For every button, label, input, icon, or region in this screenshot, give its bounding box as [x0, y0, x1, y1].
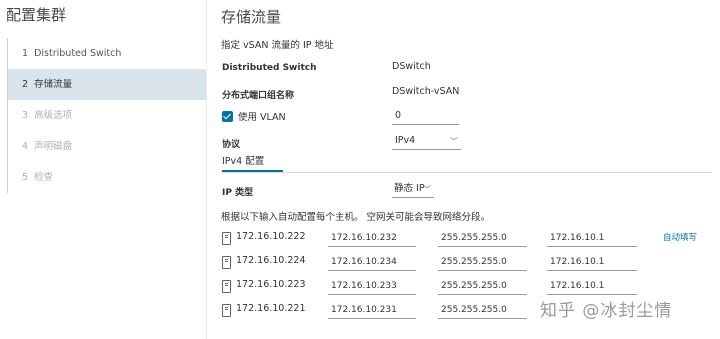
host-row: 172.16.10.222 172.16.10.232 255.255.255.…: [221, 230, 720, 250]
step-number: 5: [22, 172, 29, 183]
port-group-value: DSwitch-vSAN: [392, 86, 460, 97]
ip-type-select[interactable]: 静态 IP ﹀: [392, 181, 434, 198]
subnet-mask-input[interactable]: 255.255.255.0: [438, 278, 527, 295]
step-number: 3: [22, 110, 29, 121]
chevron-down-icon: ﹀: [423, 185, 431, 194]
step-number: 4: [22, 141, 29, 152]
watermark: 知乎 @冰封尘情: [540, 301, 673, 321]
subnet-mask-input[interactable]: 255.255.255.0: [438, 254, 527, 271]
subnet-mask-input[interactable]: 255.255.255.0: [438, 302, 527, 319]
autofill-link[interactable]: 自动填写: [663, 231, 697, 243]
gateway-input[interactable]: 172.16.10.1: [547, 278, 637, 295]
step-number: 1: [22, 48, 29, 59]
step-review: 5 检查: [8, 162, 206, 193]
gateway-input[interactable]: 172.16.10.1: [547, 254, 637, 271]
wizard-title: 配置集群: [6, 6, 67, 24]
host-icon: [222, 280, 231, 293]
step-label: 存储流量: [34, 79, 73, 90]
ip-address-input[interactable]: 172.16.10.234: [328, 254, 416, 271]
step-claim-disks: 4 声明磁盘: [8, 131, 206, 162]
gateway-input[interactable]: 172.16.10.1: [547, 230, 637, 247]
host-icon: [222, 232, 231, 245]
step-advanced-options: 3 高级选项: [8, 100, 206, 131]
ip-address-input[interactable]: 172.16.10.231: [328, 302, 416, 319]
distributed-switch-value: DSwitch: [392, 61, 431, 72]
wizard-sidebar: 配置集群 1 Distributed Switch 2 存储流量 3 高级选项 …: [0, 0, 206, 339]
chevron-down-icon: ﹀: [450, 137, 458, 146]
step-distributed-switch[interactable]: 1 Distributed Switch: [8, 38, 206, 69]
use-vlan-checkbox[interactable]: [222, 111, 233, 122]
step-storage-traffic[interactable]: 2 存储流量: [8, 69, 206, 100]
step-label: Distributed Switch: [34, 48, 122, 59]
tab-ipv4-config[interactable]: IPv4 配置: [222, 153, 283, 172]
host-name: 172.16.10.224: [236, 255, 306, 266]
subnet-mask-input[interactable]: 255.255.255.0: [438, 230, 527, 247]
ip-address-input[interactable]: 172.16.10.232: [328, 230, 416, 247]
ip-type-label: IP 类型: [222, 188, 254, 198]
use-vlan-label: 使用 VLAN: [238, 112, 286, 123]
page-title: 存储流量: [221, 8, 282, 26]
tab-underline: [221, 172, 712, 173]
protocol-select[interactable]: IPv4 ﹀: [392, 133, 461, 150]
host-name: 172.16.10.222: [236, 231, 306, 242]
protocol-label: 协议: [222, 140, 241, 150]
host-name: 172.16.10.221: [236, 303, 306, 314]
wizard-steps: 1 Distributed Switch 2 存储流量 3 高级选项 4 声明磁…: [7, 38, 206, 193]
step-label: 检查: [34, 172, 54, 183]
host-icon: [222, 256, 231, 269]
host-row: 172.16.10.224 172.16.10.234 255.255.255.…: [221, 254, 720, 274]
port-group-label: 分布式端口组名称: [222, 91, 295, 101]
protocol-value: IPv4: [395, 135, 416, 146]
vlan-id-input[interactable]: 0: [392, 108, 459, 125]
main-panel: 存储流量 指定 vSAN 流量的 IP 地址 Distributed Switc…: [221, 0, 720, 339]
step-number: 2: [22, 79, 29, 90]
ip-type-value: 静态 IP: [394, 183, 425, 194]
step-label: 声明磁盘: [34, 141, 73, 152]
ip-address-input[interactable]: 172.16.10.233: [328, 278, 416, 295]
step-label: 高级选项: [34, 110, 73, 121]
page-subtitle: 指定 vSAN 流量的 IP 地址: [221, 40, 334, 51]
sidebar-divider: [206, 0, 207, 339]
host-icon: [222, 304, 231, 317]
distributed-switch-label: Distributed Switch: [222, 63, 317, 73]
host-name: 172.16.10.223: [236, 279, 306, 290]
host-row: 172.16.10.223 172.16.10.233 255.255.255.…: [221, 278, 720, 298]
autoconfig-hint: 根据以下输入自动配置每个主机。 空网关可能会导致网络分段。: [221, 212, 491, 223]
